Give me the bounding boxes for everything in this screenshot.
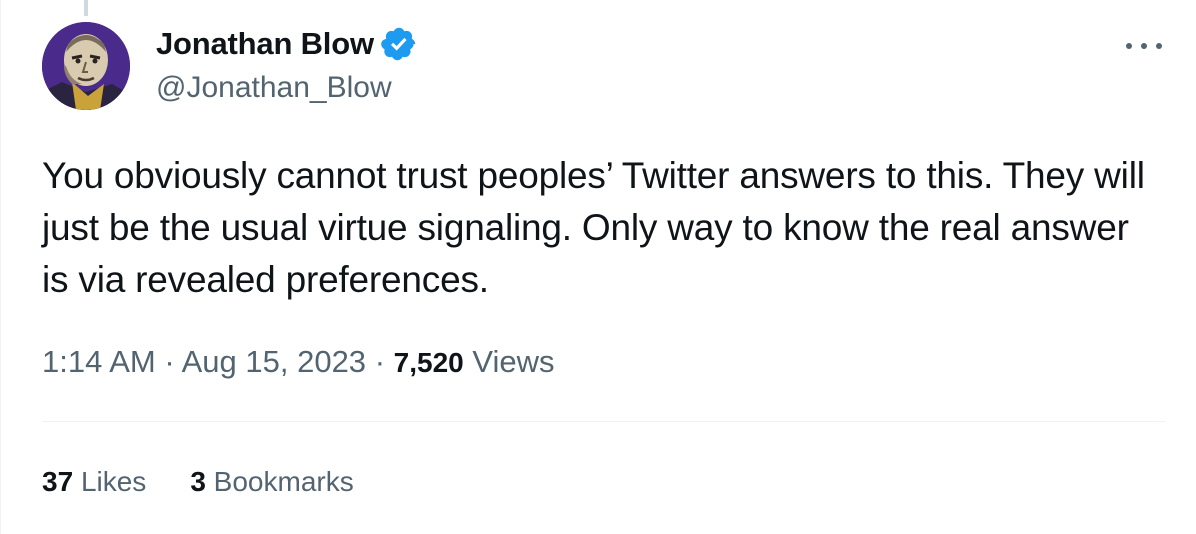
thread-connector-line	[84, 0, 88, 16]
meta-separator: ·	[374, 344, 386, 379]
tweet-metadata: 1:14 AM · Aug 15, 2023 · 7,520 Views	[42, 340, 554, 385]
views-label: Views	[472, 344, 555, 379]
more-dot	[1141, 43, 1147, 49]
meta-separator: ·	[164, 344, 175, 379]
tweet-time[interactable]: 1:14 AM	[42, 344, 156, 379]
bookmarks-count: 3	[190, 466, 206, 497]
author-handle[interactable]: @Jonathan_Blow	[156, 68, 418, 108]
tweet-stats: 37 Likes 3 Bookmarks	[42, 462, 398, 502]
tweet-text: You obviously cannot trust peoples’ Twit…	[42, 155, 1145, 300]
views-count: 7,520	[393, 347, 464, 378]
bookmarks-label: Bookmarks	[213, 466, 354, 497]
author-name-row: Jonathan Blow	[156, 24, 418, 64]
tweet-date[interactable]: Aug 15, 2023	[182, 344, 366, 379]
tweet-author: Jonathan Blow @Jonathan_Blow	[156, 24, 418, 108]
more-dot	[1126, 43, 1132, 49]
left-border	[0, 0, 1, 534]
verified-badge-icon[interactable]	[380, 25, 418, 63]
likes-stat[interactable]: 37 Likes	[42, 462, 146, 502]
more-dot	[1156, 43, 1162, 49]
likes-count: 37	[42, 466, 74, 497]
avatar-illustration	[42, 22, 130, 110]
bookmarks-stat[interactable]: 3 Bookmarks	[190, 462, 353, 502]
more-options-button[interactable]	[1126, 36, 1162, 56]
likes-label: Likes	[80, 466, 147, 497]
divider	[42, 421, 1166, 422]
author-display-name[interactable]: Jonathan Blow	[156, 24, 374, 64]
avatar[interactable]	[42, 22, 130, 110]
